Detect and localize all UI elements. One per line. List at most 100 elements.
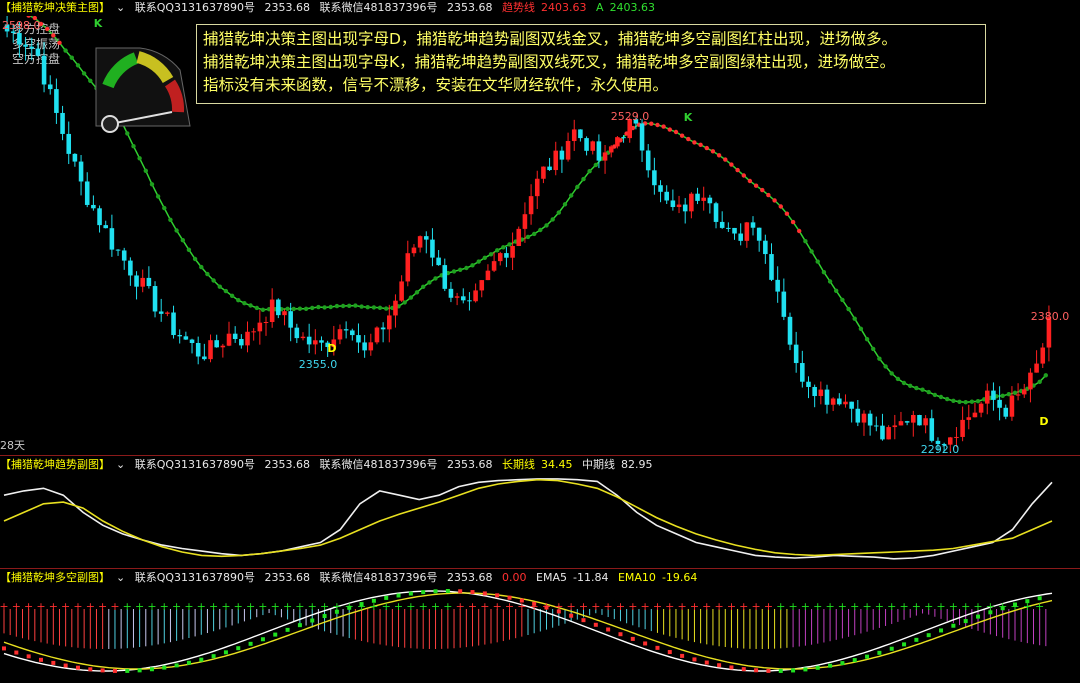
signal-marker	[445, 589, 450, 594]
candle-body	[510, 245, 515, 258]
candle-body	[1015, 394, 1021, 396]
trend-dot	[303, 306, 309, 311]
candle-body	[504, 253, 509, 258]
signal-marker	[100, 668, 105, 673]
cross-marker: +	[887, 600, 896, 613]
candle-body	[1028, 372, 1033, 390]
trend-dot	[532, 231, 537, 237]
signal-marker	[2, 646, 6, 651]
signal-marker	[162, 665, 167, 670]
signal-marker	[396, 593, 401, 598]
cross-marker: +	[271, 600, 280, 613]
trend-dot	[45, 26, 50, 32]
main-panel-title[interactable]: 【捕猎乾坤决策主图】	[0, 1, 110, 14]
mid-line-label: 中期线	[582, 458, 616, 471]
trend-dot	[285, 306, 290, 311]
trend-dot	[951, 398, 956, 403]
candle-body	[904, 421, 910, 423]
candle-body	[424, 236, 429, 240]
cross-marker: +	[751, 600, 760, 613]
candle-body	[984, 390, 990, 404]
trend-dot	[408, 295, 414, 300]
candle-body	[793, 344, 799, 364]
candle-body	[374, 327, 380, 343]
cross-marker: +	[813, 600, 822, 613]
trend-dot	[834, 288, 839, 293]
trend-panel-header: 【捕猎乾坤趋势副图】 ⌄ 联系QQ3131637890号 2353.68 联系微信…	[0, 457, 659, 473]
signal-letter: K	[684, 111, 693, 124]
signal-marker	[26, 654, 31, 659]
candle-body	[430, 239, 435, 258]
signal-marker	[877, 650, 882, 655]
cross-marker: +	[591, 600, 600, 613]
signal-marker	[581, 618, 586, 623]
cross-marker: +	[665, 600, 674, 613]
cross-marker: +	[764, 600, 773, 613]
trend-dot	[957, 399, 962, 404]
candle-body	[393, 300, 398, 316]
candle-body	[713, 203, 719, 222]
trend-dot	[143, 168, 148, 173]
trend-dot	[236, 298, 241, 303]
signal-marker	[125, 668, 130, 673]
signal-marker	[828, 663, 833, 668]
trend-dot	[75, 63, 81, 68]
panel-divider-1	[0, 455, 1080, 456]
candle-body	[867, 413, 873, 426]
bullbear-panel-title[interactable]: 【捕猎乾坤多空副图】	[0, 571, 110, 584]
trend-dot	[556, 210, 561, 215]
cross-marker: +	[431, 600, 440, 613]
trend-line-chart[interactable]	[0, 472, 1080, 568]
price-label: 2529.0	[611, 110, 650, 123]
bull-bear-histogram[interactable]: + + + + + + + + + + + + + + + + + + + + + + + + + + + + + + + + + + + + + + + +…	[0, 586, 1080, 683]
candle-body	[319, 340, 324, 343]
candle-body	[645, 150, 651, 171]
a-label: A	[596, 1, 604, 14]
signal-marker	[643, 641, 648, 646]
dropdown-icon[interactable]: ⌄	[116, 458, 125, 471]
trend-dot	[464, 265, 469, 271]
signal-marker	[433, 589, 438, 594]
cross-marker: +	[912, 600, 921, 613]
cross-marker: +	[776, 600, 785, 613]
candle-body	[886, 427, 891, 440]
candle-body	[1034, 363, 1039, 373]
signal-marker	[297, 623, 302, 628]
candle-body	[744, 222, 750, 241]
trend-dot	[260, 307, 266, 312]
cross-marker: +	[98, 600, 107, 613]
candle-body	[756, 227, 762, 241]
cross-marker: +	[825, 600, 834, 613]
cross-marker: +	[160, 600, 169, 613]
cross-marker: +	[1035, 600, 1044, 613]
candle-body	[726, 227, 731, 229]
cross-marker: +	[949, 600, 958, 613]
price-label: 2598.0	[2, 19, 41, 32]
candle-body	[91, 204, 96, 209]
trend-dot	[569, 193, 574, 198]
signal-marker	[667, 650, 672, 655]
candle-body	[787, 316, 793, 345]
trend-dot	[747, 178, 753, 184]
signal-marker	[840, 661, 845, 666]
signal-letter: D	[1039, 415, 1048, 428]
candle-body	[405, 253, 411, 282]
candle-body	[103, 225, 108, 229]
trend-dot	[414, 290, 420, 295]
trend-dot	[1000, 393, 1005, 398]
dropdown-icon[interactable]: ⌄	[116, 1, 125, 14]
candle-body	[380, 327, 386, 330]
cross-marker: +	[542, 600, 551, 613]
header-value-2: 2353.68	[447, 458, 493, 471]
trend-dot	[1043, 373, 1049, 378]
trend-panel-title[interactable]: 【捕猎乾坤趋势副图】	[0, 458, 110, 471]
trend-dot	[846, 306, 851, 312]
candle-body	[128, 260, 133, 276]
trend-dot	[223, 288, 229, 294]
trend-dot	[544, 223, 549, 228]
ema10-label: EMA10	[617, 571, 656, 584]
candle-body	[276, 299, 281, 316]
trend-dot	[704, 145, 709, 151]
dropdown-icon[interactable]: ⌄	[116, 571, 125, 584]
candle-body	[202, 356, 207, 360]
